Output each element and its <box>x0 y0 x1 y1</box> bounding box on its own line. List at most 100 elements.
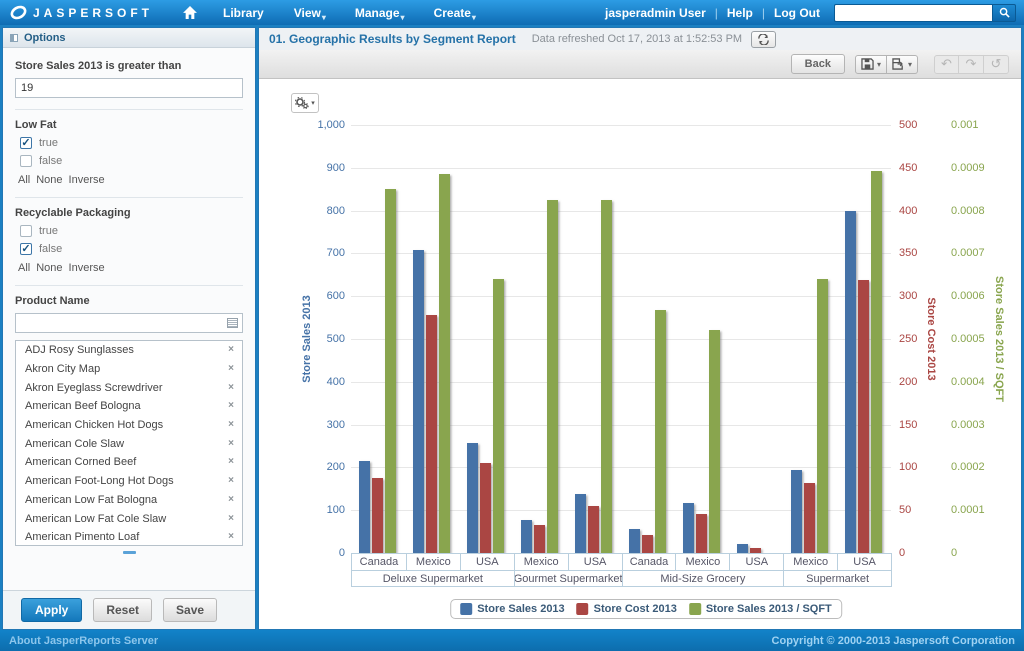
product-list-item[interactable]: American Chicken Hot Dogs× <box>16 416 242 435</box>
about-link[interactable]: About JasperReports Server <box>9 635 158 647</box>
bar-store-sales-2013-sqft[interactable] <box>547 200 558 553</box>
bar-store-cost-2013[interactable] <box>696 514 707 553</box>
bar-store-sales-2013[interactable] <box>791 470 802 553</box>
back-button[interactable]: Back <box>791 54 845 74</box>
bar-store-sales-2013-sqft[interactable] <box>709 330 720 553</box>
bar-store-sales-2013-sqft[interactable] <box>439 174 450 553</box>
reset-button[interactable]: Reset <box>93 598 152 622</box>
chevron-down-icon: ▾ <box>472 13 476 22</box>
bar-store-cost-2013[interactable] <box>480 463 491 553</box>
bar-store-cost-2013[interactable] <box>534 525 545 553</box>
remove-product-icon[interactable]: × <box>228 365 234 373</box>
logout-link[interactable]: Log Out <box>774 6 820 20</box>
product-list-item[interactable]: American Corned Beef× <box>16 453 242 472</box>
product-list-item[interactable]: American Beef Bologna× <box>16 397 242 416</box>
product-list-item[interactable]: Akron Eyeglass Screwdriver× <box>16 378 242 397</box>
bar-store-cost-2013[interactable] <box>858 280 869 553</box>
search-input[interactable] <box>834 4 992 22</box>
remove-product-icon[interactable]: × <box>228 440 234 448</box>
tick-label: 0.0003 <box>951 419 985 431</box>
options-panel-header[interactable]: Options <box>3 28 255 48</box>
remove-product-icon[interactable]: × <box>228 402 234 410</box>
legend-item[interactable]: Store Sales 2013 <box>460 603 564 615</box>
sales-filter-input[interactable] <box>15 78 243 98</box>
lowfat-link-none[interactable]: None <box>36 174 62 186</box>
bar-store-cost-2013[interactable] <box>426 315 437 553</box>
bar-store-sales-2013[interactable] <box>575 494 586 553</box>
save-button[interactable]: Save <box>163 598 217 622</box>
lowfat-link-all[interactable]: All <box>18 174 30 186</box>
recyclable-link-inverse[interactable]: Inverse <box>69 262 105 274</box>
product-list-item[interactable]: American Low Fat Bologna× <box>16 491 242 510</box>
remove-product-icon[interactable]: × <box>228 346 234 354</box>
lowfat-link-inverse[interactable]: Inverse <box>69 174 105 186</box>
lowfat-checkbox-true[interactable]: ✓ <box>20 137 32 149</box>
bar-store-sales-2013[interactable] <box>359 461 370 553</box>
bar-store-sales-2013-sqft[interactable] <box>871 171 882 553</box>
undo-icon[interactable]: ↶ <box>934 55 959 74</box>
remove-product-icon[interactable]: × <box>228 458 234 466</box>
bar-store-sales-2013[interactable] <box>845 211 856 553</box>
bar-store-cost-2013[interactable] <box>372 478 383 553</box>
list-picker-icon[interactable] <box>227 318 238 328</box>
nav-item-library[interactable]: Library <box>223 6 264 20</box>
remove-product-icon[interactable]: × <box>228 533 234 541</box>
bar-store-sales-2013-sqft[interactable] <box>655 310 666 553</box>
bar-store-sales-2013-sqft[interactable] <box>385 189 396 553</box>
remove-product-icon[interactable]: × <box>228 496 234 504</box>
lowfat-filter-label: Low Fat <box>15 119 243 131</box>
bar-store-cost-2013[interactable] <box>804 483 815 553</box>
redo-icon[interactable]: ↷ <box>959 55 984 74</box>
product-list-item[interactable]: American Foot-Long Hot Dogs× <box>16 472 242 491</box>
bar-store-sales-2013[interactable] <box>683 503 694 553</box>
remove-product-icon[interactable]: × <box>228 384 234 392</box>
divider <box>15 285 243 286</box>
product-list-item[interactable]: ADJ Rosy Sunglasses× <box>16 341 242 360</box>
product-list-item[interactable]: American Low Fat Cole Slaw× <box>16 509 242 528</box>
product-list-item[interactable]: Akron City Map× <box>16 360 242 379</box>
recyclable-link-none[interactable]: None <box>36 262 62 274</box>
bar-store-sales-2013[interactable] <box>737 544 748 553</box>
bar-store-sales-2013[interactable] <box>413 250 424 553</box>
remove-product-icon[interactable]: × <box>228 515 234 523</box>
chart-options-button[interactable]: ▾ <box>291 93 319 113</box>
lowfat-checkbox-false[interactable] <box>20 155 32 167</box>
tick-label: 0.0005 <box>951 333 985 345</box>
recyclable-link-all[interactable]: All <box>18 262 30 274</box>
product-list-item[interactable]: American Cole Slaw× <box>16 434 242 453</box>
bar-store-sales-2013-sqft[interactable] <box>817 279 828 553</box>
product-search-input[interactable] <box>15 313 243 333</box>
home-icon[interactable] <box>183 6 197 19</box>
bar-store-cost-2013[interactable] <box>588 506 599 553</box>
save-report-button[interactable]: ▾ <box>855 55 887 74</box>
bar-store-cost-2013[interactable] <box>642 535 653 553</box>
recyclable-option-true: true <box>20 225 243 237</box>
recyclable-checkbox-false[interactable]: ✓ <box>20 243 32 255</box>
bar-store-sales-2013-sqft[interactable] <box>601 200 612 553</box>
legend-item[interactable]: Store Sales 2013 / SQFT <box>689 603 832 615</box>
search-button[interactable] <box>992 4 1016 22</box>
recyclable-option-false: ✓false <box>20 243 243 255</box>
remove-product-icon[interactable]: × <box>228 477 234 485</box>
list-resize-handle[interactable] <box>123 551 136 554</box>
product-list-item[interactable]: American Pimento Loaf× <box>16 528 242 546</box>
collapse-options-icon[interactable] <box>10 34 18 42</box>
undo-all-icon[interactable]: ↺ <box>984 55 1009 74</box>
export-report-button[interactable]: ▾ <box>887 55 918 74</box>
nav-item-view[interactable]: View▾ <box>294 6 325 20</box>
nav-item-manage[interactable]: Manage▾ <box>355 6 404 20</box>
user-name[interactable]: jasperadmin User <box>605 6 706 20</box>
bar-store-sales-2013[interactable] <box>521 520 532 553</box>
nav-item-create[interactable]: Create▾ <box>434 6 475 20</box>
tick-label: 500 <box>327 333 345 345</box>
apply-button[interactable]: Apply <box>21 598 82 622</box>
bar-group-mexico-3 <box>513 125 567 553</box>
legend-item[interactable]: Store Cost 2013 <box>577 603 677 615</box>
recyclable-checkbox-true[interactable] <box>20 225 32 237</box>
bar-store-sales-2013[interactable] <box>629 529 640 553</box>
bar-store-sales-2013[interactable] <box>467 443 478 553</box>
remove-product-icon[interactable]: × <box>228 421 234 429</box>
help-link[interactable]: Help <box>727 6 753 20</box>
refresh-button[interactable] <box>751 31 776 48</box>
bar-store-sales-2013-sqft[interactable] <box>493 279 504 553</box>
